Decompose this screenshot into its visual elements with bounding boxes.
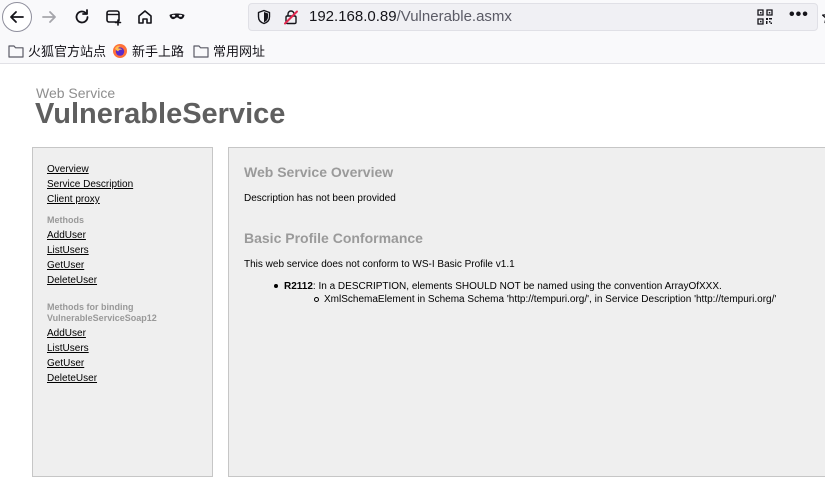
binding-heading: Methods for binding [47,302,134,312]
firefox-icon [113,43,127,58]
profile-text: This web service does not conform to WS-… [244,259,515,270]
forward-button[interactable] [35,3,63,31]
page-title: VulnerableService [35,98,286,130]
folder-icon [193,44,209,58]
bookmark-folder-1[interactable]: 火狐官方站点 [8,41,106,60]
method-link-getuser[interactable]: GetUser [47,258,157,273]
arrow-left-icon [10,11,24,23]
binding-name: VulnerableServiceSoap12 [47,313,157,323]
rule-item: R2112: In a DESCRIPTION, elements SHOULD… [274,281,722,292]
method-link-deleteuser[interactable]: DeleteUser [47,273,157,288]
private-browsing-button[interactable] [163,3,191,31]
rule-text: : In a DESCRIPTION, elements SHOULD NOT … [312,281,722,292]
back-button[interactable] [2,2,32,32]
arrow-right-icon [42,11,56,23]
binding-method-link-adduser[interactable]: AddUser [47,326,157,341]
new-tab-button[interactable] [100,3,128,31]
browser-toolbar: 192.168.0.89/Vulnerable.asmx ••• [0,0,825,34]
url-text[interactable]: 192.168.0.89/Vulnerable.asmx [309,8,512,25]
method-link-listusers[interactable]: ListUsers [47,243,157,258]
reload-button[interactable] [68,3,96,31]
home-button[interactable] [131,3,159,31]
new-tab-icon [106,10,122,26]
overview-heading: Web Service Overview [244,164,394,180]
profile-heading: Basic Profile Conformance [244,230,423,246]
bookmarks-toolbar: 火狐官方站点 新手上路 常用网址 [0,34,825,64]
sidebar-nav: Overview Service Description Client prox… [47,162,157,386]
sidebar-link-service-description[interactable]: Service Description [47,177,157,192]
methods-heading: Methods [47,215,84,225]
folder-icon [8,44,24,58]
bullet-icon [274,284,278,289]
sidebar-panel: Overview Service Description Client prox… [32,147,213,477]
rule-id: R2112 [284,281,313,292]
mask-icon [169,13,185,20]
url-bar[interactable]: 192.168.0.89/Vulnerable.asmx ••• [248,3,825,31]
web-page: Web Service VulnerableService Overview S… [0,65,825,477]
bookmark-label: 新手上路 [132,44,185,59]
more-actions-icon[interactable]: ••• [789,6,809,24]
url-host: 192.168.0.89 [309,8,397,25]
rule-detail-item: XmlSchemaElement in Schema Schema 'http:… [314,294,776,305]
shield-icon[interactable] [256,9,272,25]
url-path: /Vulnerable.asmx [396,8,512,25]
rule-detail: XmlSchemaElement in Schema Schema 'http:… [324,294,777,305]
circle-bullet-icon [314,296,319,302]
main-panel: Web Service Overview Description has not… [228,147,825,477]
binding-method-link-getuser[interactable]: GetUser [47,356,157,371]
binding-method-link-deleteuser[interactable]: DeleteUser [47,371,157,386]
insecure-lock-icon[interactable] [283,9,299,25]
sidebar-link-overview[interactable]: Overview [47,162,157,177]
bookmark-label: 火狐官方站点 [28,44,107,59]
method-link-adduser[interactable]: AddUser [47,228,157,243]
sidebar-link-client-proxy[interactable]: Client proxy [47,192,157,207]
qr-code-icon[interactable] [757,9,773,25]
bookmark-folder-2[interactable]: 常用网址 [193,41,265,60]
binding-method-link-listusers[interactable]: ListUsers [47,341,157,356]
overview-text: Description has not been provided [244,193,396,204]
bookmark-star-icon[interactable] [821,9,825,25]
bookmark-label: 常用网址 [213,44,266,59]
home-icon [138,10,152,24]
reload-icon [75,9,89,24]
bookmark-getting-started[interactable]: 新手上路 [112,41,184,60]
